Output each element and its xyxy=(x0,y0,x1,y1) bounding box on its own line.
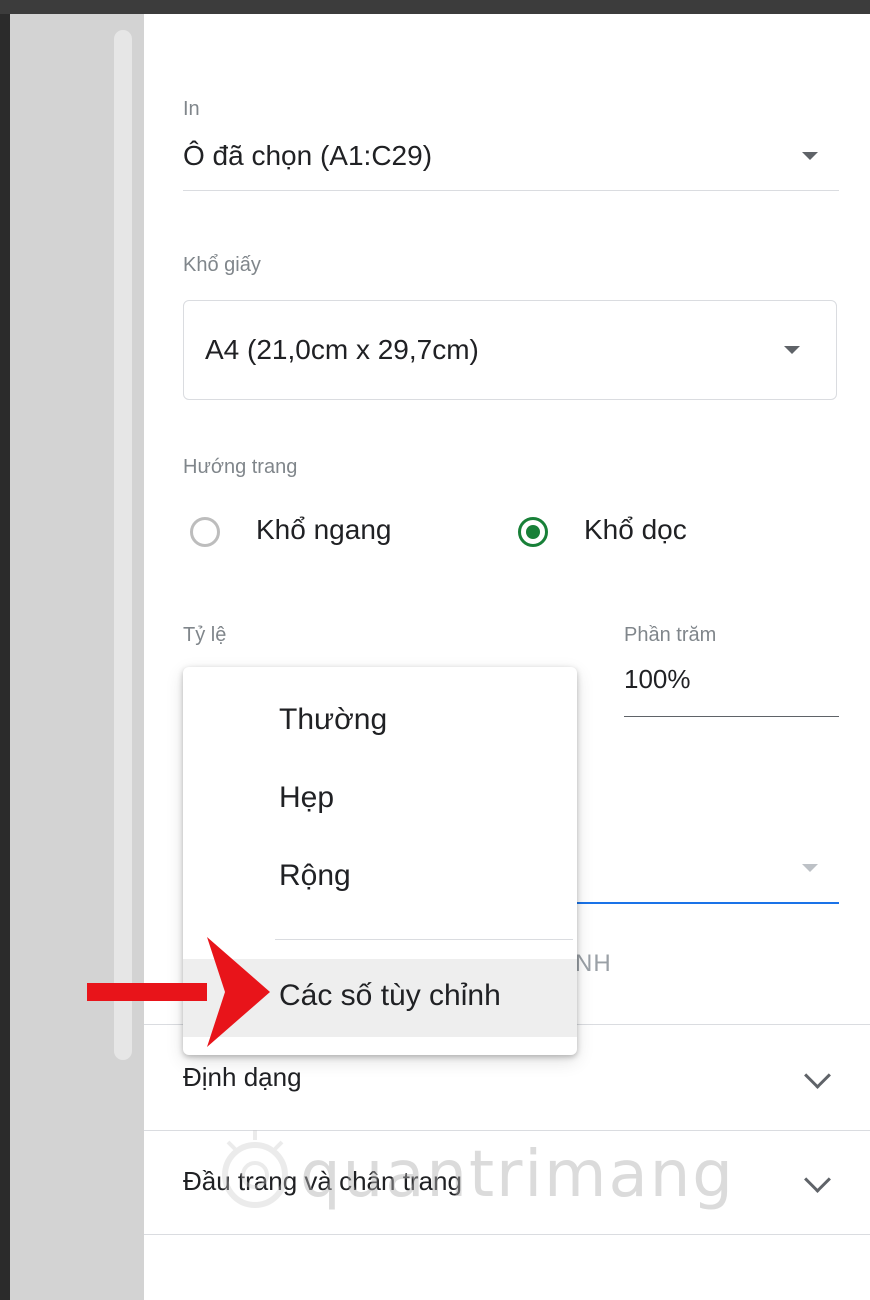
menu-separator xyxy=(275,939,573,940)
chevron-down-icon[interactable] xyxy=(802,152,818,160)
chevron-down-icon[interactable] xyxy=(802,864,818,872)
watermark-text: quantrimang xyxy=(300,1138,735,1212)
section-format[interactable]: Định dạng xyxy=(183,1062,302,1093)
paper-size-value: A4 (21,0cm x 29,7cm) xyxy=(205,334,479,365)
chevron-down-icon[interactable] xyxy=(804,1166,831,1193)
percent-underline xyxy=(624,716,839,717)
portrait-label[interactable]: Khổ dọc xyxy=(584,514,687,546)
menu-item-custom[interactable]: Các số tùy chỉnh xyxy=(279,979,501,1013)
menu-item-narrow[interactable]: Hẹp xyxy=(279,781,334,815)
margins-select-focus-line xyxy=(576,902,839,904)
partially-hidden-label: NH xyxy=(575,950,612,977)
menu-item-wide[interactable]: Rộng xyxy=(279,859,351,893)
red-arrow-icon xyxy=(87,937,270,1047)
window-top-bar xyxy=(0,0,870,14)
scrollbar[interactable] xyxy=(114,30,132,1060)
chevron-down-icon[interactable] xyxy=(804,1062,831,1089)
percent-label: Phần trăm xyxy=(624,624,717,646)
section-divider xyxy=(144,1234,870,1235)
print-scope-label: In xyxy=(183,98,200,120)
chevron-down-icon[interactable] xyxy=(784,346,800,354)
radio-landscape[interactable] xyxy=(190,517,220,547)
menu-item-normal[interactable]: Thường xyxy=(279,703,387,737)
window-left-border xyxy=(0,14,10,1300)
print-scope-select[interactable]: Ô đã chọn (A1:C29) xyxy=(183,140,432,172)
panel-right-edge xyxy=(866,14,870,1300)
orientation-label: Hướng trang xyxy=(183,456,298,478)
print-scope-underline xyxy=(183,190,839,191)
scale-label: Tỷ lệ xyxy=(183,624,227,646)
paper-size-label: Khổ giấy xyxy=(183,254,261,276)
percent-input[interactable]: 100% xyxy=(624,664,691,695)
radio-portrait[interactable] xyxy=(518,517,548,547)
landscape-label[interactable]: Khổ ngang xyxy=(256,514,391,546)
